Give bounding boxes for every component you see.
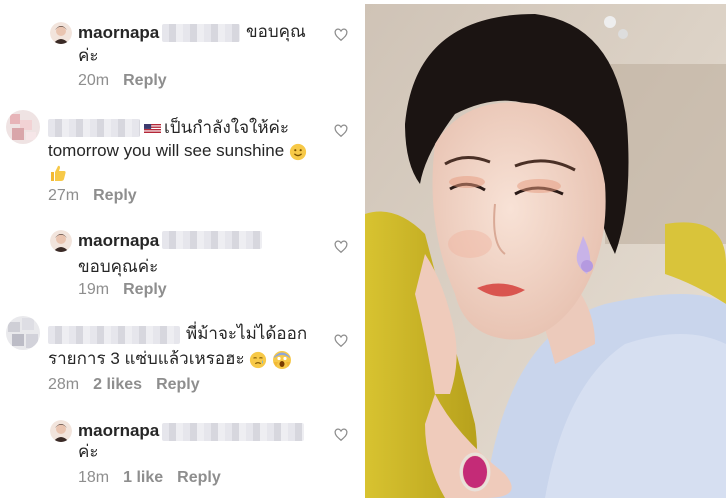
avatar[interactable] — [6, 316, 40, 350]
comment-text-line2: รายการ 3 แซ่บแล้วเหรอฮะ — [48, 347, 292, 371]
heart-icon[interactable] — [334, 240, 348, 254]
avatar[interactable] — [6, 110, 40, 144]
comment-meta: 20m Reply — [78, 72, 181, 90]
comment-meta: 18m 1 like Reply — [78, 469, 235, 487]
comment-text-line1: ขอบคุณ — [246, 22, 306, 41]
comment-time: 27m — [48, 187, 80, 204]
avatar[interactable] — [50, 22, 72, 44]
thumbs-up-icon — [51, 165, 66, 181]
comment-time: 19m — [78, 281, 110, 298]
reply-button[interactable]: Reply — [93, 187, 137, 204]
portrait-illustration — [365, 4, 726, 498]
blurred-mention — [162, 231, 262, 249]
comment-text-line2: tomorrow you will see sunshine — [48, 139, 307, 163]
comment-text-line3 — [48, 160, 68, 184]
reply-button[interactable]: Reply — [156, 376, 200, 393]
heart-icon[interactable] — [334, 428, 348, 442]
comment-username[interactable]: maornapa — [78, 23, 159, 43]
comment-time: 18m — [78, 469, 110, 486]
comment-username[interactable]: maornapa — [78, 421, 159, 441]
comment-text-line2: ค่ะ — [78, 46, 99, 65]
comment-text-line2: ขอบคุณค่ะ — [78, 257, 159, 276]
screaming-face-icon — [273, 350, 292, 369]
us-flag-icon — [144, 124, 161, 133]
comment-time: 28m — [48, 376, 80, 393]
likes-count[interactable]: 2 likes — [93, 376, 142, 393]
likes-count[interactable]: 1 like — [123, 469, 163, 486]
blurred-username — [48, 326, 180, 344]
heart-icon[interactable] — [334, 124, 348, 138]
avatar[interactable] — [50, 230, 72, 252]
comment-time: 20m — [78, 72, 110, 89]
comment-username[interactable]: maornapa — [78, 231, 159, 251]
comment-meta: 27m Reply — [48, 187, 151, 205]
comment-text-line1: เป็นกำลังใจให้ค่ะ — [144, 116, 289, 140]
comments-panel: maornapa ขอบคุณ ค่ะ 20m Reply เป็นกำลังใจ… — [0, 0, 362, 501]
comment-meta: 19m Reply — [78, 281, 181, 299]
blurred-username — [48, 119, 140, 137]
smiling-face-icon — [289, 143, 307, 160]
reply-button[interactable]: Reply — [123, 281, 167, 298]
sad-relieved-face-icon — [250, 351, 267, 368]
blurred-mention — [162, 24, 240, 42]
blurred-mention — [162, 423, 304, 441]
comment-text-line1: พี่ม้าจะไม่ได้ออก — [186, 324, 308, 343]
comment-meta: 28m 2 likes Reply — [48, 376, 214, 394]
heart-icon[interactable] — [334, 334, 348, 348]
avatar[interactable] — [50, 420, 72, 442]
reply-button[interactable]: Reply — [123, 72, 167, 89]
portrait-photo — [365, 4, 726, 498]
reply-button[interactable]: Reply — [177, 469, 221, 486]
comment-text-line2: ค่ะ — [78, 442, 99, 461]
heart-icon[interactable] — [334, 28, 348, 42]
